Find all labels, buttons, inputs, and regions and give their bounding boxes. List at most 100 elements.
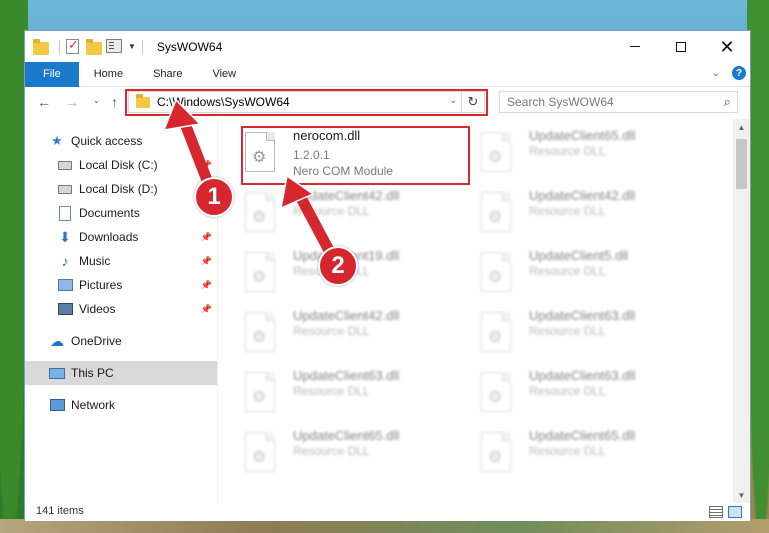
tab-home[interactable]: Home (79, 62, 138, 87)
file-type: Resource DLL (293, 384, 370, 398)
file-item[interactable]: ⚙ UpdateClient63.dll Resource DLL (457, 364, 687, 420)
pin-icon[interactable]: 📌 (201, 160, 212, 171)
dll-file-icon: ⚙ (245, 192, 275, 232)
file-item-nerocom[interactable]: ⚙ nerocom.dll 1.2.0.1 Nero COM Module (221, 124, 451, 180)
file-version: 1.2.0.1 (293, 148, 330, 162)
file-item[interactable]: ⚙ UpdateClient65.dll Resource DLL (457, 424, 687, 480)
sidebar-item-onedrive[interactable]: ☁ OneDrive (25, 329, 217, 353)
dll-file-icon: ⚙ (245, 312, 275, 352)
window-title: SysWOW64 (156, 39, 223, 54)
recent-locations-dropdown-icon[interactable]: ⌄ (93, 96, 100, 105)
file-item[interactable]: ⚙ UpdateClient5.dll Resource DLL (457, 244, 687, 300)
sidebar-item-label: Documents (79, 206, 140, 220)
file-item[interactable]: ⚙ UpdateClient42.dll Resource DLL (457, 184, 687, 240)
sidebar-item-label: Local Disk (D:) (79, 182, 158, 196)
file-type: Resource DLL (293, 444, 370, 458)
maximize-icon (676, 41, 686, 52)
toolbar-separator-2 (141, 39, 143, 54)
maximize-button[interactable] (658, 31, 704, 62)
file-name: UpdateClient65.dll (529, 128, 636, 143)
sidebar-item-network[interactable]: Network (25, 393, 217, 417)
sidebar-item-label: Pictures (79, 278, 123, 292)
address-path[interactable]: C:\Windows\SysWOW64 (157, 95, 290, 109)
expand-ribbon-icon[interactable]: ⌄ (712, 68, 720, 79)
sidebar-item-label: OneDrive (71, 334, 122, 348)
document-icon (57, 205, 73, 221)
refresh-button[interactable]: ↻ (461, 91, 485, 113)
search-input[interactable]: Search SysWOW64 ⌕ (499, 91, 738, 113)
file-item[interactable]: ⚙ UpdateClient63.dll Resource DLL (221, 364, 451, 420)
file-type: Resource DLL (529, 204, 606, 218)
file-item[interactable]: ⚙ UpdateClient65.dll Resource DLL (221, 424, 451, 480)
dll-file-icon: ⚙ (481, 132, 511, 172)
scroll-down-icon[interactable]: ▼ (733, 487, 750, 503)
up-button[interactable]: ↑ (111, 94, 118, 110)
sidebar-item-quick-access[interactable]: ★ Quick access (25, 129, 217, 153)
file-item[interactable]: ⚙ UpdateClient65.dll Resource DLL (457, 124, 687, 180)
properties-icon[interactable] (106, 38, 122, 55)
details-view-icon[interactable] (709, 506, 723, 518)
dll-file-icon: ⚙ (481, 372, 511, 412)
status-bar: 141 items (25, 503, 750, 521)
sidebar-item-pictures[interactable]: Pictures 📌 (25, 273, 217, 297)
file-type: Resource DLL (529, 384, 606, 398)
file-name: UpdateClient42.dll (293, 308, 400, 323)
forward-button[interactable]: → (65, 94, 79, 110)
file-type: Resource DLL (529, 444, 606, 458)
pin-icon[interactable]: 📌 (201, 232, 212, 243)
drive-icon (57, 157, 73, 173)
file-item[interactable]: ⚙ UpdateClient42.dll Resource DLL (221, 304, 451, 360)
dll-file-icon: ⚙ (481, 312, 511, 352)
annotation-badge-2: 2 (318, 246, 358, 286)
folder-icon (33, 38, 49, 55)
close-button[interactable]: ✕ (704, 31, 750, 62)
window-controls: ✕ (612, 31, 750, 62)
file-name: UpdateClient63.dll (529, 308, 636, 323)
dll-file-icon: ⚙ (245, 132, 275, 172)
sidebar-item-this-pc[interactable]: This PC (25, 361, 217, 385)
new-folder-icon[interactable] (86, 38, 102, 55)
pin-icon[interactable]: 📌 (201, 280, 212, 291)
sidebar-item-documents[interactable]: Documents (25, 201, 217, 225)
sidebar-item-local-disk-d[interactable]: Local Disk (D:) (25, 177, 217, 201)
tab-view[interactable]: View (197, 62, 251, 87)
network-icon (49, 397, 65, 413)
sidebar-item-downloads[interactable]: ⬇ Downloads 📌 (25, 225, 217, 249)
tab-file[interactable]: File (25, 61, 79, 87)
drive-icon (57, 181, 73, 197)
annotation-badge-1: 1 (194, 177, 234, 217)
address-row: ← → ⌄ ↑ C:\Windows\SysWOW64 ⌄ ↻ Search S… (25, 88, 750, 118)
help-icon[interactable]: ? (732, 66, 746, 80)
minimize-button[interactable] (612, 31, 658, 62)
pin-icon[interactable]: 📌 (201, 304, 212, 315)
address-dropdown-icon[interactable]: ⌄ (449, 95, 457, 106)
large-icons-view-icon[interactable] (728, 506, 742, 518)
scrollbar-thumb[interactable] (736, 139, 747, 189)
back-button[interactable]: ← (37, 94, 51, 110)
pin-icon[interactable]: 📌 (201, 256, 212, 267)
cloud-icon: ☁ (50, 332, 64, 349)
dll-file-icon: ⚙ (481, 432, 511, 472)
properties-check-icon[interactable] (66, 37, 82, 55)
tab-share[interactable]: Share (138, 62, 197, 87)
sidebar-item-label: Music (79, 254, 111, 268)
file-item[interactable]: ⚙ UpdateClient63.dll Resource DLL (457, 304, 687, 360)
scroll-up-icon[interactable]: ▲ (733, 119, 750, 135)
search-icon[interactable]: ⌕ (724, 94, 731, 110)
sidebar-item-local-disk-c[interactable]: Local Disk (C:) 📌 (25, 153, 217, 177)
sidebar-item-music[interactable]: ♪ Music 📌 (25, 249, 217, 273)
music-icon: ♪ (61, 253, 69, 269)
dll-file-icon: ⚙ (481, 252, 511, 292)
videos-icon (57, 301, 73, 317)
folder-icon (136, 94, 150, 108)
title-bar: ▼ SysWOW64 ✕ (25, 31, 750, 62)
sidebar-item-videos[interactable]: Videos 📌 (25, 297, 217, 321)
customize-toolbar-dropdown-icon[interactable]: ▼ (128, 42, 136, 51)
file-item[interactable]: ⚙ UpdateClient42.dll Resource DLL (221, 184, 451, 240)
file-type: Resource DLL (293, 324, 370, 338)
minimize-icon (630, 46, 640, 47)
sidebar-item-label: This PC (71, 366, 114, 380)
vertical-scrollbar[interactable]: ▲ ▼ (733, 119, 750, 503)
refresh-icon: ↻ (467, 94, 479, 109)
address-bar[interactable]: C:\Windows\SysWOW64 ⌄ (128, 91, 488, 113)
